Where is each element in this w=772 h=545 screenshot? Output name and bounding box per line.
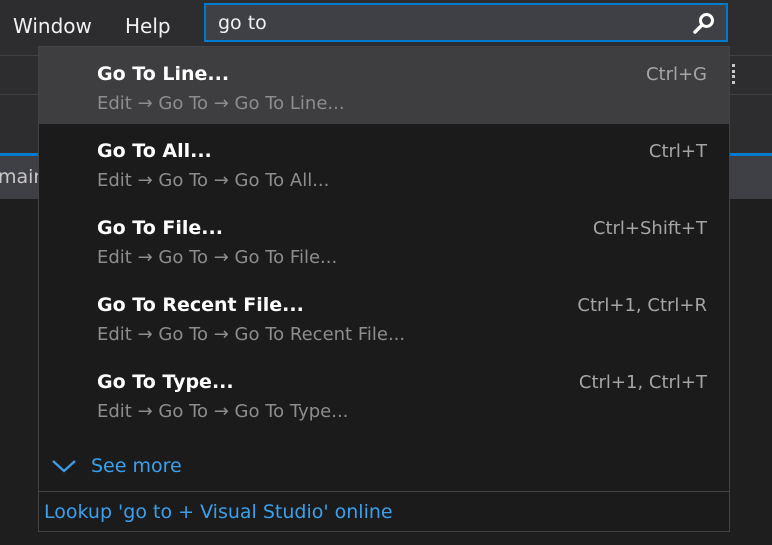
- result-item-go-to-all[interactable]: Go To All... Edit → Go To → Go To All...…: [39, 124, 729, 201]
- result-path: Edit → Go To → Go To All...: [97, 170, 330, 191]
- search-results-dropdown: Go To Line... Edit → Go To → Go To Line.…: [38, 46, 730, 532]
- menu-bar: Window Help: [0, 0, 772, 50]
- lookup-online-bar: Lookup 'go to + Visual Studio' online: [39, 491, 729, 531]
- result-title: Go To Recent File...: [97, 294, 304, 316]
- chevron-down-icon: [52, 460, 76, 473]
- result-shortcut: Ctrl+Shift+T: [592, 218, 707, 239]
- toolbar-grip-icon: [732, 64, 735, 84]
- result-item-go-to-type[interactable]: Go To Type... Edit → Go To → Go To Type.…: [39, 355, 729, 432]
- quick-launch-search[interactable]: [204, 3, 728, 42]
- result-path: Edit → Go To → Go To Type...: [97, 401, 349, 422]
- menu-help[interactable]: Help: [125, 13, 171, 39]
- menu-window[interactable]: Window: [13, 13, 92, 39]
- result-shortcut: Ctrl+1, Ctrl+T: [578, 372, 707, 393]
- result-item-go-to-file[interactable]: Go To File... Edit → Go To → Go To File.…: [39, 201, 729, 278]
- result-title: Go To Line...: [97, 63, 230, 85]
- result-path: Edit → Go To → Go To Recent File...: [97, 324, 406, 345]
- see-more-button[interactable]: See more: [51, 451, 182, 481]
- visual-studio-window: Window Help mair Go To Line... Edit → Go…: [0, 0, 772, 545]
- result-path: Edit → Go To → Go To Line...: [97, 93, 345, 114]
- result-title: Go To All...: [97, 140, 212, 162]
- document-tab-label[interactable]: mair: [0, 166, 41, 188]
- see-more-label: See more: [91, 455, 182, 477]
- result-item-go-to-line[interactable]: Go To Line... Edit → Go To → Go To Line.…: [39, 47, 729, 124]
- result-title: Go To Type...: [97, 371, 234, 393]
- result-item-go-to-recent-file[interactable]: Go To Recent File... Edit → Go To → Go T…: [39, 278, 729, 355]
- result-shortcut: Ctrl+1, Ctrl+R: [577, 295, 707, 316]
- lookup-online-link[interactable]: Lookup 'go to + Visual Studio' online: [44, 501, 393, 523]
- search-input[interactable]: [218, 9, 678, 37]
- result-title: Go To File...: [97, 217, 223, 239]
- result-shortcut: Ctrl+T: [648, 141, 707, 162]
- result-path: Edit → Go To → Go To File...: [97, 247, 338, 268]
- search-icon[interactable]: [692, 11, 716, 35]
- result-shortcut: Ctrl+G: [645, 64, 707, 85]
